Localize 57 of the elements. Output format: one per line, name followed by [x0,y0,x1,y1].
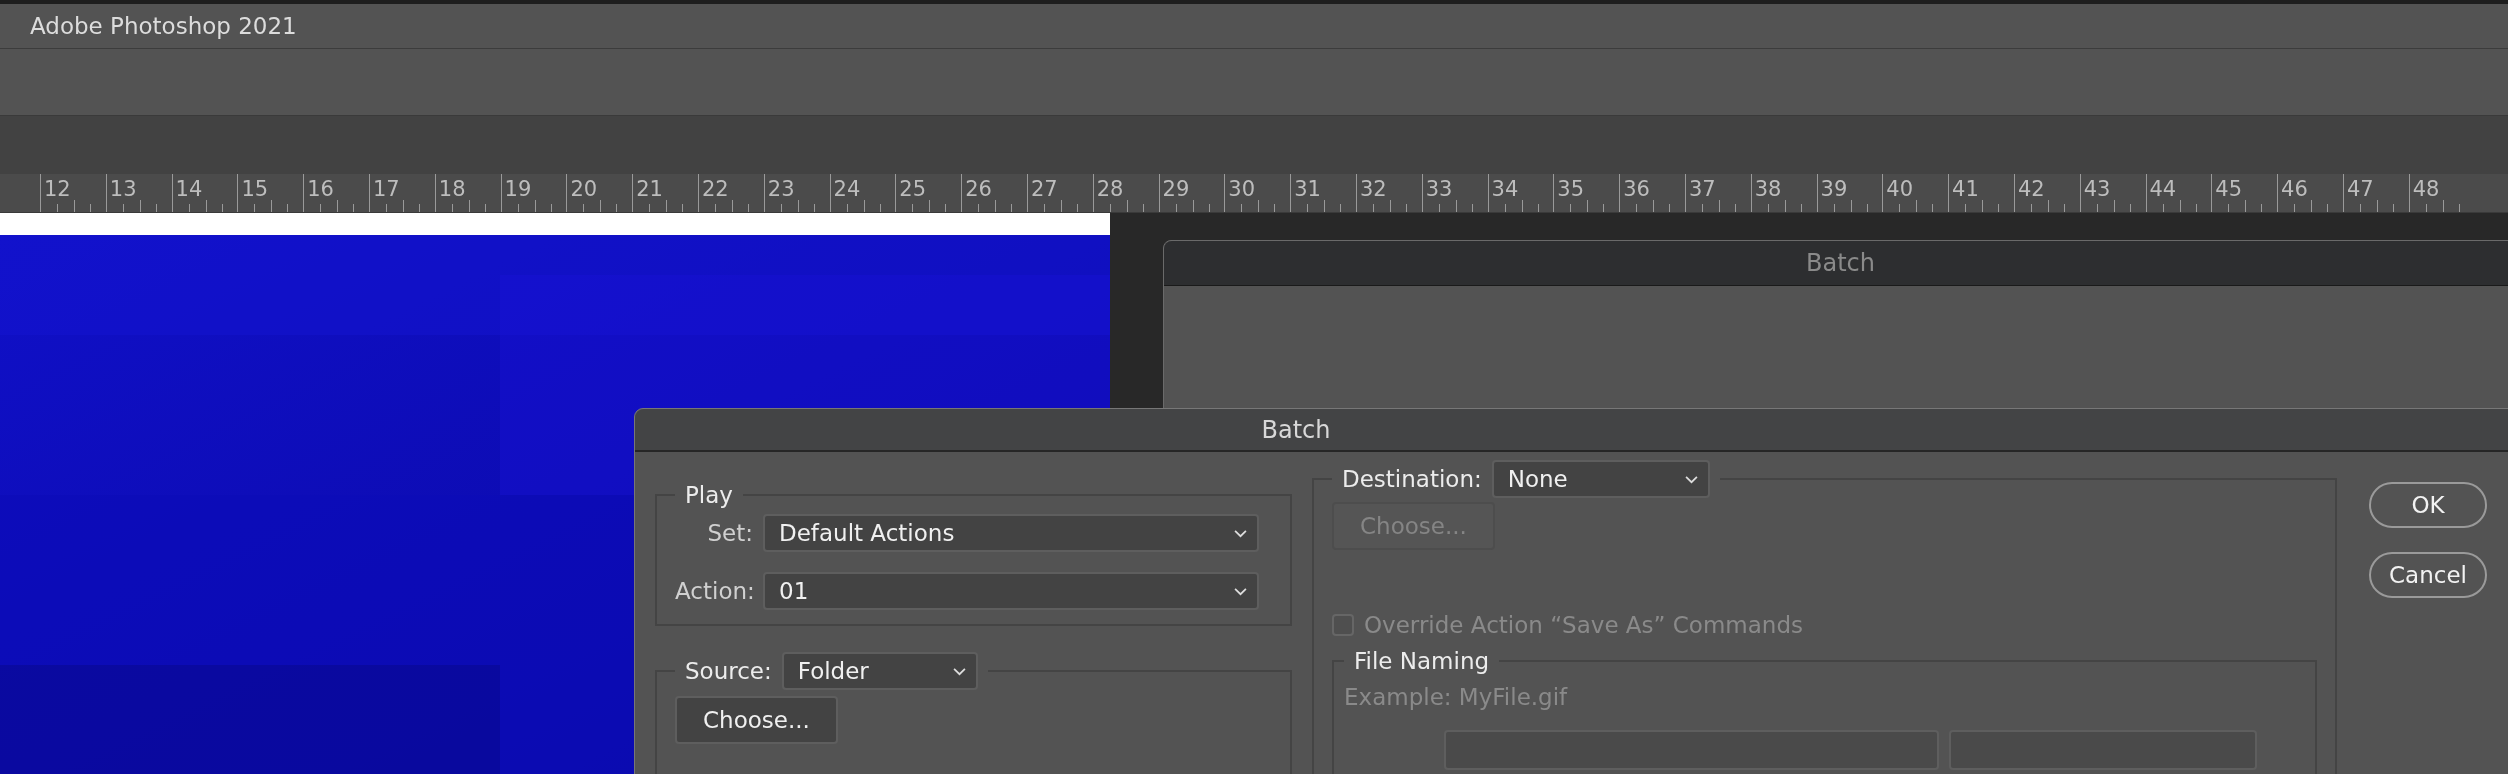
app-title: Adobe Photoshop 2021 [30,13,297,39]
chevron-icon [1684,474,1698,484]
ruler-number: 40 [1886,177,1914,201]
group-label: Play [685,482,733,508]
ruler-number: 24 [833,177,861,201]
ruler-number: 35 [1557,177,1585,201]
ruler-number: 39 [1820,177,1848,201]
ruler-number: 46 [2281,177,2308,201]
field-label: Set: [706,520,753,546]
ruler-number: 21 [636,177,663,201]
dropdown[interactable]: Folder [781,652,978,690]
dialog-title: Batch [1261,415,1332,444]
ruler-number: 32 [1359,177,1387,201]
ruler-number: 41 [1952,177,1979,201]
ruler-number: 16 [307,177,334,201]
dropdown[interactable]: None [1491,460,1710,498]
ruler-number: 34 [1491,177,1519,201]
ruler-number: 19 [504,177,532,201]
ruler-number: 15 [241,177,269,201]
chevron-icon [1234,528,1247,538]
ruler-number: 17 [373,177,400,201]
ruler-number: 28 [1096,177,1124,201]
ruler-number: 42 [2017,177,2045,201]
ruler-number: 48 [2412,177,2440,201]
ruler-number: 37 [1688,177,1716,201]
ruler-number: 23 [767,177,795,201]
ruler-number: 20 [570,177,598,201]
chevron-icon [952,666,966,676]
dialog-button[interactable]: Cancel [2369,552,2487,598]
ruler-number: 26 [965,177,992,201]
ruler-number: 47 [2346,177,2374,201]
field-label: Destination: [1342,466,1482,492]
ruler-number: 12 [44,177,71,201]
dropdown[interactable]: Default Actions [763,514,1259,552]
ruler-number: 25 [899,177,927,201]
ruler-number: 30 [1228,177,1256,201]
ruler-number: 45 [2215,177,2243,201]
ruler-number: 29 [1162,177,1190,201]
chevron-icon [1234,586,1247,596]
ruler-number: 27 [1030,177,1058,201]
ruler-number: 18 [438,177,466,201]
ruler-number: 22 [701,177,729,201]
ruler-number: 44 [2149,177,2177,201]
dialog-button[interactable]: OK [2369,482,2487,528]
ruler-number: 43 [2083,177,2111,201]
field-label: Action: [675,578,753,604]
ruler-number: 14 [175,177,203,201]
ruler-number: 13 [109,177,137,201]
ruler-number: 38 [1754,177,1782,201]
ruler-number: 36 [1623,177,1650,201]
ruler-number: 33 [1425,177,1453,201]
group-label: File Naming [1354,648,1490,674]
dialog-title: Batch [1806,249,1875,277]
field-label: Source: [685,658,772,684]
dropdown[interactable]: 01 [763,572,1259,610]
choose-button[interactable]: Choose... [675,696,838,744]
ruler-number: 31 [1294,177,1321,201]
